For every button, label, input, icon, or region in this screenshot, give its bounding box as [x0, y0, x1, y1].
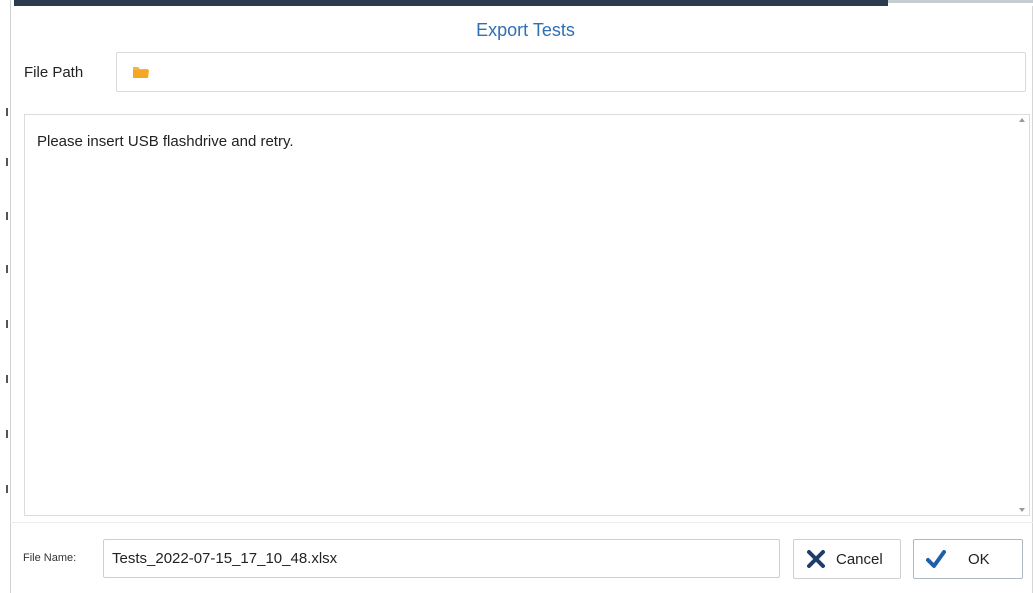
export-tests-dialog: Export Tests File Path Please insert USB… — [0, 0, 1033, 593]
edge-tick — [6, 375, 8, 383]
edge-tick — [6, 108, 8, 116]
footer-divider — [10, 522, 1033, 523]
edge-tick — [6, 158, 8, 166]
window-top-bar — [14, 0, 888, 6]
edge-tick — [6, 320, 8, 328]
file-name-label: File Name: — [23, 552, 77, 564]
window-top-bar-right — [888, 0, 1033, 3]
scroll-down-arrow-icon[interactable] — [1019, 508, 1025, 512]
edge-tick — [6, 430, 8, 438]
cancel-button[interactable]: Cancel — [793, 539, 901, 579]
edge-tick — [6, 485, 8, 493]
ok-button-label: OK — [968, 550, 990, 568]
edge-tick — [6, 212, 8, 220]
file-path-field[interactable] — [116, 52, 1026, 92]
checkmark-icon — [926, 549, 946, 569]
scroll-up-arrow-icon[interactable] — [1019, 118, 1025, 122]
close-icon — [806, 549, 826, 569]
dialog-title: Export Tests — [476, 20, 575, 40]
ok-button[interactable]: OK — [913, 539, 1023, 579]
background-window-edge — [0, 0, 11, 593]
message-text: Please insert USB flashdrive and retry. — [37, 133, 294, 150]
file-name-input[interactable] — [103, 539, 780, 578]
file-path-label: File Path — [24, 64, 84, 81]
message-area[interactable]: Please insert USB flashdrive and retry. — [24, 114, 1030, 516]
cancel-button-label: Cancel — [836, 550, 883, 568]
folder-icon[interactable] — [132, 65, 150, 79]
edge-tick — [6, 265, 8, 273]
